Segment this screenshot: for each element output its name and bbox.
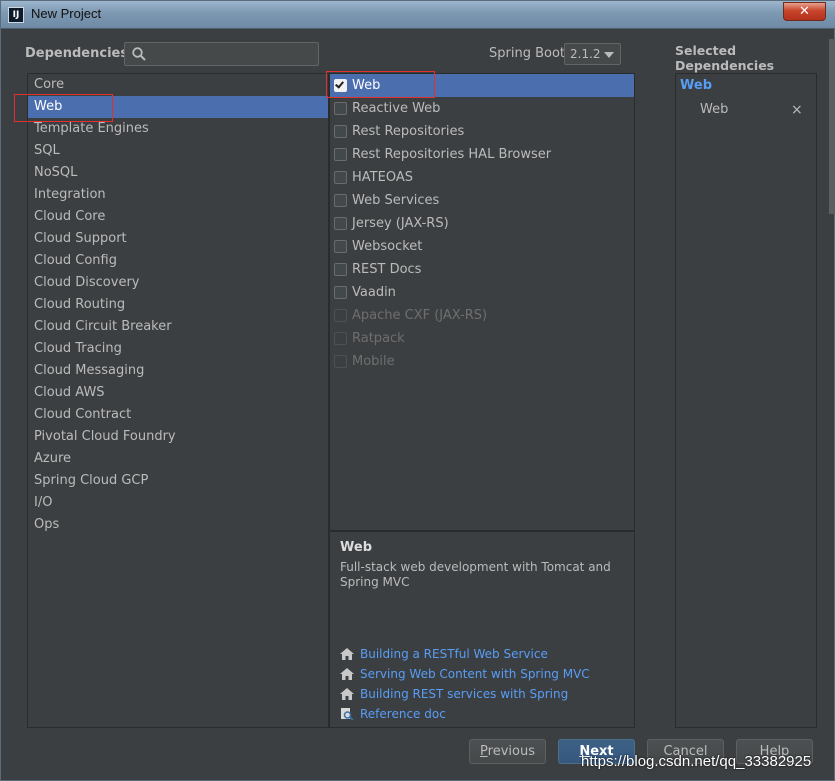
category-item[interactable]: Spring Cloud GCP	[28, 470, 328, 492]
category-item[interactable]: Cloud AWS	[28, 382, 328, 404]
selected-item-label: Web	[700, 102, 729, 117]
selected-dependencies-panel: Web Web ×	[675, 73, 817, 728]
category-item[interactable]: I/O	[28, 492, 328, 514]
search-icon	[132, 47, 146, 61]
category-item[interactable]: Cloud Routing	[28, 294, 328, 316]
highlight-box-dependency	[326, 71, 435, 98]
dependency-label: Jersey (JAX-RS)	[352, 216, 449, 231]
checkbox	[334, 309, 347, 322]
checkbox[interactable]	[334, 102, 347, 115]
category-item[interactable]: Cloud Discovery	[28, 272, 328, 294]
dependency-item: Apache CXF (JAX-RS)	[330, 304, 634, 327]
checkbox[interactable]	[334, 148, 347, 161]
category-item[interactable]: Integration	[28, 184, 328, 206]
dependency-item: Mobile	[330, 350, 634, 373]
category-item[interactable]: Azure	[28, 448, 328, 470]
category-item[interactable]: SQL	[28, 140, 328, 162]
chevron-down-icon	[604, 52, 614, 58]
selected-dependencies-label: Selected Dependencies	[675, 43, 775, 73]
dependency-item[interactable]: Websocket	[330, 235, 634, 258]
spring-boot-version-value: 2.1.2	[570, 47, 601, 61]
home-icon	[340, 668, 354, 680]
checkbox	[334, 355, 347, 368]
checkbox[interactable]	[334, 263, 347, 276]
guide-link[interactable]: Reference doc	[340, 705, 630, 723]
dependency-item[interactable]: Reactive Web	[330, 97, 634, 120]
background-scrollbar	[829, 39, 835, 214]
guide-link-label: Reference doc	[360, 707, 446, 721]
new-project-window: IJ New Project ✕ Dependencies Spring Boo…	[0, 0, 835, 781]
description-panel: Web Full-stack web development with Tomc…	[329, 531, 635, 728]
dependency-item[interactable]: Vaadin	[330, 281, 634, 304]
spring-boot-label: Spring Boot	[489, 46, 566, 61]
intellij-app-icon: IJ	[8, 7, 24, 23]
checkbox[interactable]	[334, 240, 347, 253]
previous-button[interactable]: Previous	[469, 739, 546, 764]
description-text: Full-stack web development with Tomcat a…	[340, 560, 611, 589]
category-item[interactable]: Cloud Core	[28, 206, 328, 228]
category-item[interactable]: Cloud Circuit Breaker	[28, 316, 328, 338]
home-icon	[340, 688, 354, 700]
dependency-item[interactable]: Jersey (JAX-RS)	[330, 212, 634, 235]
highlight-box-category	[14, 94, 113, 122]
dependency-label: Websocket	[352, 239, 423, 254]
checkbox[interactable]	[334, 171, 347, 184]
dependency-label: Apache CXF (JAX-RS)	[352, 308, 488, 323]
remove-dependency-icon[interactable]: ×	[791, 102, 803, 118]
guide-link-label: Serving Web Content with Spring MVC	[360, 667, 590, 681]
close-window-button[interactable]: ✕	[783, 2, 826, 21]
window-title: New Project	[31, 6, 102, 21]
home-icon	[340, 648, 354, 660]
dependency-label: Rest Repositories	[352, 124, 465, 139]
spring-boot-version-select[interactable]: 2.1.2	[564, 43, 621, 65]
dependency-item[interactable]: Rest Repositories	[330, 120, 634, 143]
category-item[interactable]: NoSQL	[28, 162, 328, 184]
category-item[interactable]: Pivotal Cloud Foundry	[28, 426, 328, 448]
description-title: Web	[340, 540, 372, 555]
checkbox	[334, 332, 347, 345]
dependency-label: HATEOAS	[352, 170, 413, 185]
dependencies-label: Dependencies	[25, 46, 129, 61]
search-input[interactable]	[124, 42, 319, 66]
checkbox[interactable]	[334, 217, 347, 230]
dependency-label: Rest Repositories HAL Browser	[352, 147, 552, 162]
dependency-label: Reactive Web	[352, 101, 441, 116]
previous-label: revious	[487, 744, 535, 759]
dependency-label: Web Services	[352, 193, 440, 208]
category-item[interactable]: Ops	[28, 514, 328, 536]
dependency-label: REST Docs	[352, 262, 422, 277]
category-item[interactable]: Cloud Contract	[28, 404, 328, 426]
dependency-item: Ratpack	[330, 327, 634, 350]
selected-group-title: Web	[680, 78, 712, 93]
title-bar: IJ New Project ✕	[1, 1, 835, 29]
checkbox[interactable]	[334, 194, 347, 207]
checkbox[interactable]	[334, 125, 347, 138]
guide-link[interactable]: Serving Web Content with Spring MVC	[340, 665, 630, 683]
dependency-item[interactable]: Rest Repositories HAL Browser	[330, 143, 634, 166]
category-item[interactable]: Cloud Config	[28, 250, 328, 272]
previous-mnemonic: P	[480, 744, 488, 759]
guide-link-label: Building REST services with Spring	[360, 687, 569, 701]
dependency-item[interactable]: Web Services	[330, 189, 634, 212]
dependency-label: Vaadin	[352, 285, 396, 300]
category-item[interactable]: Cloud Tracing	[28, 338, 328, 360]
doc-search-icon	[341, 708, 354, 720]
checkbox[interactable]	[334, 286, 347, 299]
watermark: https://blog.csdn.net/qq_33382925	[581, 753, 812, 770]
category-list: Core Web Template Engines SQL NoSQL Integrati…	[27, 73, 329, 728]
guide-link-label: Building a RESTful Web Service	[360, 647, 548, 661]
guide-link[interactable]: Building REST services with Spring	[340, 685, 630, 703]
category-item[interactable]: Core	[28, 74, 328, 96]
category-item[interactable]: Cloud Support	[28, 228, 328, 250]
dependency-item[interactable]: REST Docs	[330, 258, 634, 281]
dependency-label: Mobile	[352, 354, 395, 369]
category-item[interactable]: Cloud Messaging	[28, 360, 328, 382]
dependency-label: Ratpack	[352, 331, 405, 346]
dependency-list: Web Reactive Web Rest Repositories Rest Rep…	[329, 73, 635, 531]
dependency-item[interactable]: HATEOAS	[330, 166, 634, 189]
guide-link[interactable]: Building a RESTful Web Service	[340, 645, 630, 663]
